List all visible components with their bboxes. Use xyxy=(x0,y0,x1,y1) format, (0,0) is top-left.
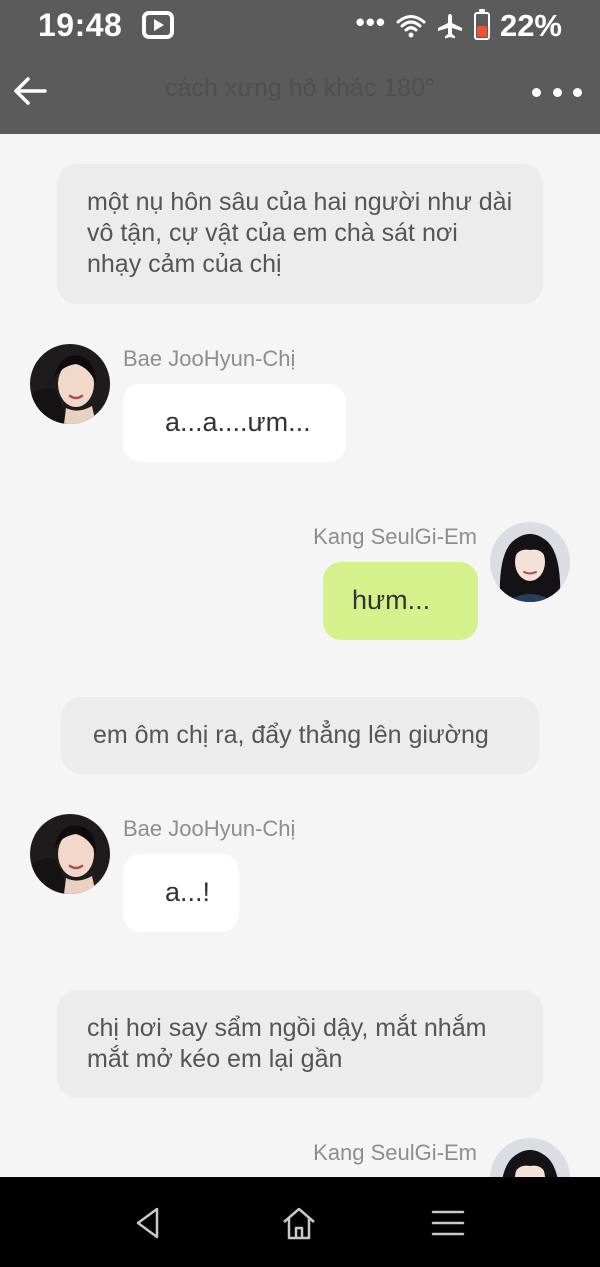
sender-name: Kang SeulGi-Em xyxy=(313,524,477,549)
message-bubble[interactable]: a...a....ưm... xyxy=(123,384,346,462)
message-bubble[interactable]: hưm... xyxy=(323,562,478,640)
message-text: a...a....ưm... xyxy=(165,407,311,437)
app-bar: cách xưng hô khác 180° xyxy=(0,52,600,134)
status-icons: ••• 22% xyxy=(356,6,562,46)
avatar[interactable] xyxy=(490,522,570,602)
avatar[interactable] xyxy=(30,344,110,424)
narration-bubble: một nụ hôn sâu của hai người như dài vô … xyxy=(57,164,543,304)
message-text: hưm... xyxy=(352,585,431,615)
sender-name: Bae JooHyun-Chị xyxy=(123,346,296,371)
system-navigation-bar xyxy=(0,1177,600,1267)
notification-dots-icon: ••• xyxy=(355,7,386,37)
airplane-mode-icon xyxy=(437,14,462,39)
battery-low-icon xyxy=(473,9,490,40)
sender-name: Kang SeulGi-Em xyxy=(313,1140,477,1165)
page-title: cách xưng hô khác 180° xyxy=(165,74,435,102)
nav-home-button[interactable] xyxy=(277,1201,321,1245)
message-bubble[interactable]: a...! xyxy=(123,854,239,932)
nav-menu-button[interactable] xyxy=(426,1201,470,1245)
chat-list[interactable]: một nụ hôn sâu của hai người như dài vô … xyxy=(0,134,600,1177)
menu-icon xyxy=(431,1210,465,1236)
youtube-icon xyxy=(142,11,174,39)
wifi-icon xyxy=(396,15,426,38)
status-time: 19:48 xyxy=(38,7,123,43)
narration-bubble: em ôm chị ra, đẩy thẳng lên giường xyxy=(61,697,539,774)
more-options-button[interactable] xyxy=(528,72,586,112)
narration-text: một nụ hôn sâu của hai người như dài vô … xyxy=(87,188,513,278)
avatar[interactable] xyxy=(30,814,110,894)
narration-text: chị hơi say sẩm ngồi dậy, mắt nhắm mắt m… xyxy=(87,1014,487,1073)
sender-name: Bae JooHyun-Chị xyxy=(123,816,296,841)
home-icon xyxy=(283,1207,315,1240)
message-text: a...! xyxy=(165,877,211,907)
narration-text: em ôm chị ra, đẩy thẳng lên giường xyxy=(93,721,489,749)
back-triangle-icon xyxy=(136,1207,159,1239)
avatar[interactable] xyxy=(490,1138,570,1177)
nav-back-button[interactable] xyxy=(126,1201,170,1245)
narration-bubble: chị hơi say sẩm ngồi dậy, mắt nhắm mắt m… xyxy=(57,990,543,1098)
status-bar: 19:48 ••• 22% xyxy=(0,0,600,52)
more-horizontal-icon xyxy=(532,87,541,97)
battery-percent: 22% xyxy=(499,8,562,43)
